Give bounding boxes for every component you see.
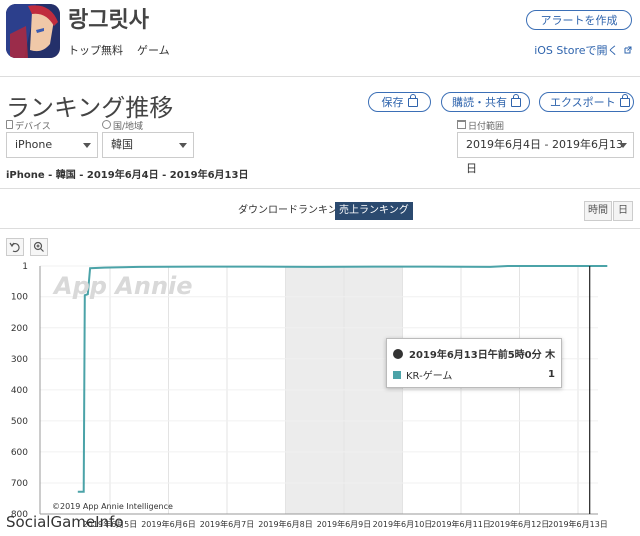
x-tick-label: 2019年6月10日 xyxy=(373,519,433,529)
x-tick-label: 2019年6月11日 xyxy=(431,519,491,529)
y-tick-label: 100 xyxy=(11,293,28,303)
app-annie-watermark: App Annie xyxy=(54,272,193,300)
social-game-info-logo: SocialGameInfo xyxy=(6,513,124,531)
globe-icon xyxy=(393,348,403,359)
tooltip-title: 2019年6月13日午前5時0分 木 xyxy=(409,350,556,361)
y-tick-label: 200 xyxy=(11,324,28,334)
y-tick-label: 600 xyxy=(11,448,28,458)
y-tick-label: 1 xyxy=(22,262,28,272)
x-tick-label: 2019年6月6日 xyxy=(141,519,196,529)
x-tick-label: 2019年6月7日 xyxy=(200,519,255,529)
chart-tooltip: 2019年6月13日午前5時0分 木 KR-ゲーム 1 xyxy=(386,338,562,388)
series-swatch xyxy=(393,370,401,379)
y-tick-label: 300 xyxy=(11,355,28,365)
x-tick-label: 2019年6月8日 xyxy=(258,519,313,529)
tooltip-series-name: KR-ゲーム xyxy=(406,371,453,382)
tooltip-value: 1 xyxy=(548,369,555,380)
ranking-chart[interactable]: 11002003004005006007008002019年6月5日 2019年6… xyxy=(0,0,640,536)
x-tick-label: 2019年6月9日 xyxy=(317,519,372,529)
x-tick-label: 2019年6月13日 xyxy=(548,519,608,529)
y-tick-label: 500 xyxy=(11,417,28,427)
copyright-text: ©2019 App Annie Intelligence xyxy=(52,502,173,511)
y-tick-label: 400 xyxy=(11,386,28,396)
x-tick-label: 2019年6月12日 xyxy=(490,519,550,529)
y-tick-label: 700 xyxy=(11,479,28,489)
